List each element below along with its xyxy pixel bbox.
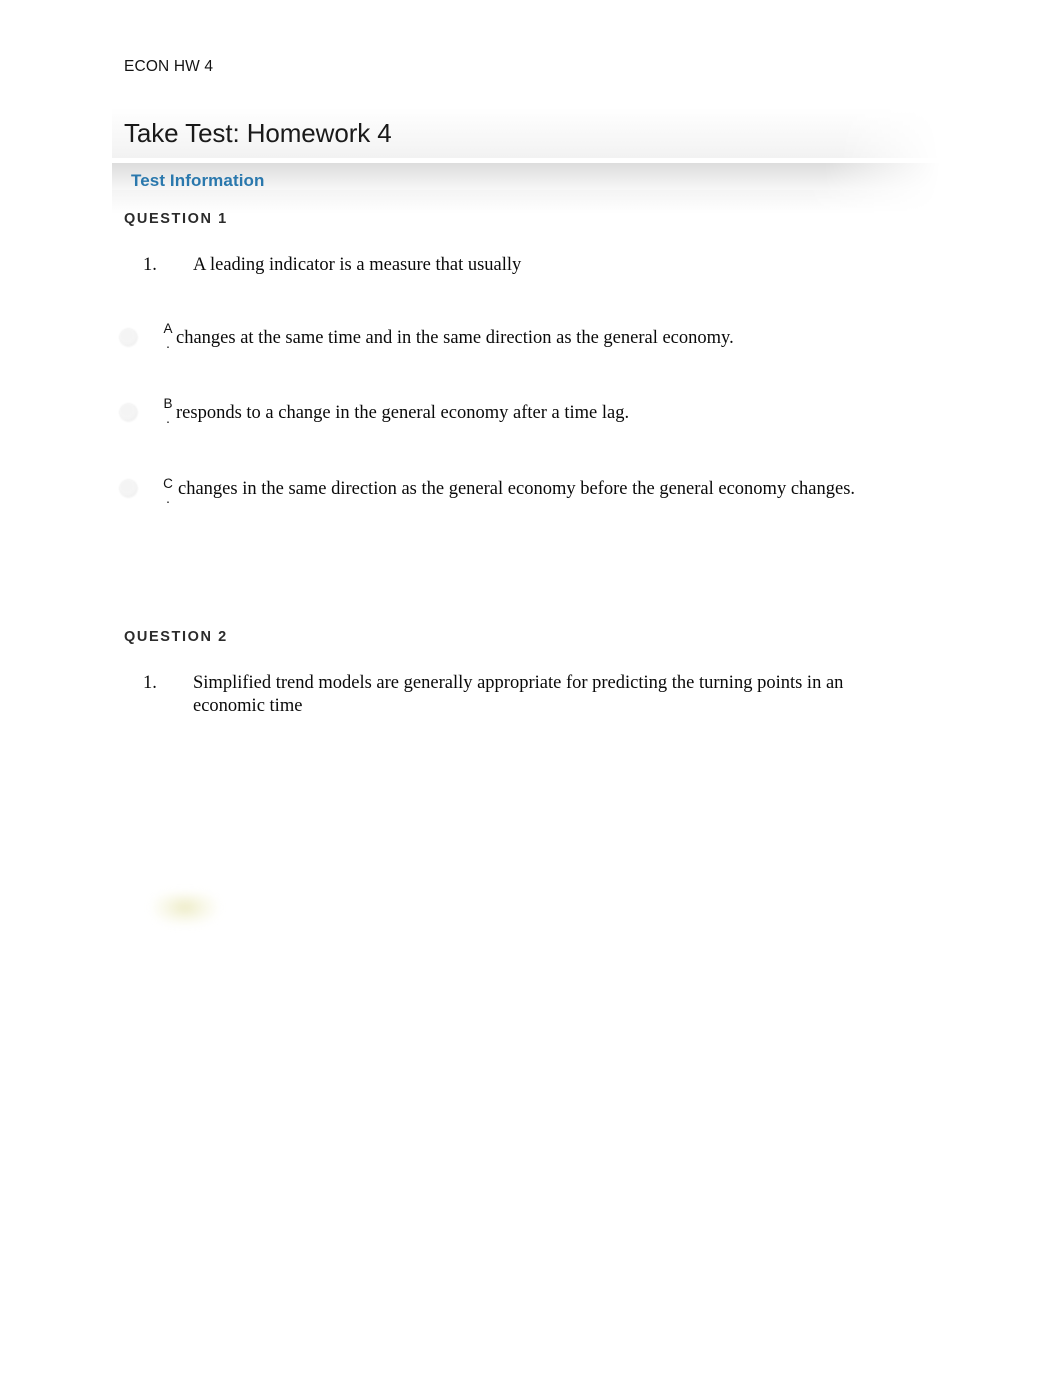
answer-option-c[interactable]: C . changes in the same direction as the… xyxy=(120,476,920,506)
option-c-letter-column: C . xyxy=(160,476,176,506)
question-2-stem: 1. Simplified trend models are generally… xyxy=(143,672,868,718)
question-1-text: A leading indicator is a measure that us… xyxy=(193,255,522,275)
question-1-number: 1. xyxy=(143,255,157,275)
test-information-band-fade xyxy=(112,190,940,214)
question-2-label: QUESTION 2 xyxy=(124,629,228,645)
document-page: ECON HW 4 Take Test: Homework 4 Test Inf… xyxy=(0,0,1062,1377)
option-a-letter: A xyxy=(163,321,173,336)
highlight-artifact xyxy=(152,893,218,925)
option-c-dot: . xyxy=(166,491,170,506)
question-1-stem: 1. A leading indicator is a measure that… xyxy=(143,254,903,277)
radio-button-b-icon[interactable] xyxy=(120,404,137,421)
option-a-dot: . xyxy=(166,336,170,351)
page-title: Take Test: Homework 4 xyxy=(124,118,392,148)
test-information-heading: Test Information xyxy=(131,171,265,190)
radio-button-a-icon[interactable] xyxy=(120,329,137,346)
option-c-letter: C xyxy=(163,476,173,491)
question-2-text: Simplified trend models are generally ap… xyxy=(193,673,844,716)
option-b-letter: B xyxy=(163,396,173,411)
option-a-letter-column: A . xyxy=(160,321,176,351)
option-b-dot: . xyxy=(166,411,170,426)
option-a-text: changes at the same time and in the same… xyxy=(176,328,734,348)
question-2-number: 1. xyxy=(143,673,157,693)
question-1-label: QUESTION 1 xyxy=(124,211,228,227)
answer-option-a[interactable]: A . changes at the same time and in the … xyxy=(120,322,920,351)
answer-option-b[interactable]: B . responds to a change in the general … xyxy=(120,397,920,426)
option-b-text: responds to a change in the general econ… xyxy=(176,403,630,423)
option-b-letter-column: B . xyxy=(160,396,176,426)
option-c-text: changes in the same direction as the gen… xyxy=(178,479,856,499)
running-head: ECON HW 4 xyxy=(124,58,214,75)
radio-button-c-icon[interactable] xyxy=(120,480,137,497)
